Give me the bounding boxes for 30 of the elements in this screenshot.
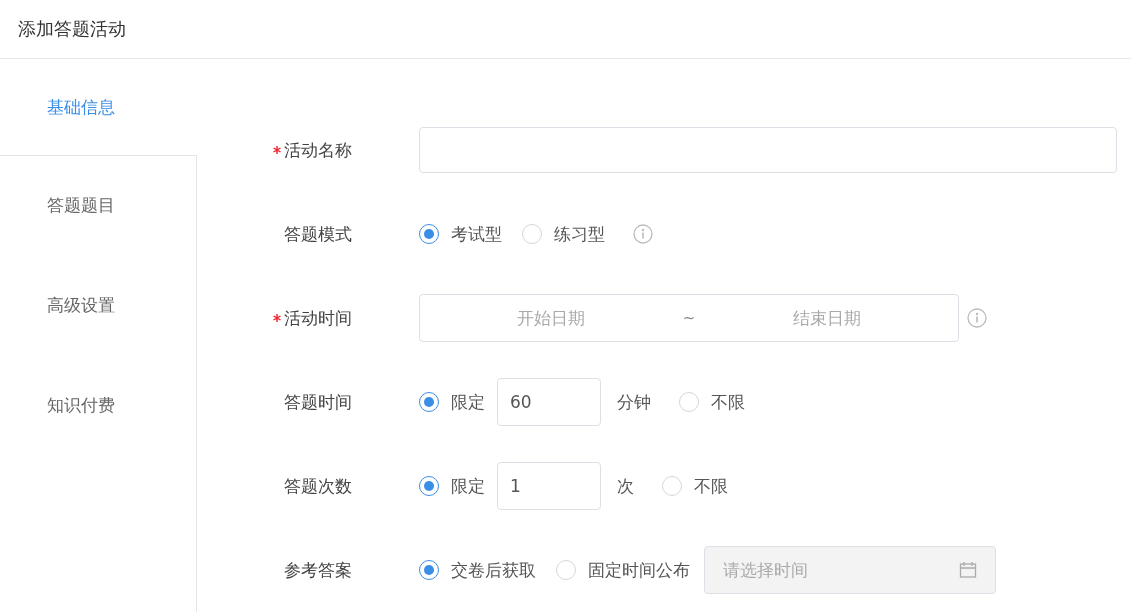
unit-label: 次: [617, 474, 634, 498]
option-label: 交卷后获取: [451, 558, 536, 582]
option-label: 不限: [694, 474, 728, 498]
sidebar-tab[interactable]: 基础信息: [0, 59, 197, 155]
field-label: 答题次数: [284, 474, 352, 498]
field-label: 活动名称: [284, 138, 352, 162]
sidebar-tab[interactable]: 知识付费: [0, 355, 197, 455]
date-range-field[interactable]: 开始日期 ~ 结束日期: [419, 294, 959, 342]
option-label: 限定: [451, 474, 485, 498]
sidebar-tab[interactable]: 高级设置: [0, 255, 197, 355]
calendar-icon: [959, 561, 977, 579]
option-label: 练习型: [554, 222, 605, 246]
option-label: 不限: [711, 390, 745, 414]
field-label: 活动时间: [284, 306, 352, 330]
name-input[interactable]: [419, 127, 1117, 173]
start-date-placeholder: 开始日期: [516, 306, 587, 330]
number-input[interactable]: 60: [497, 378, 601, 426]
page-title: 添加答题活动: [18, 17, 126, 41]
field-label: 答题时间: [284, 390, 352, 414]
number-input[interactable]: 1: [497, 462, 601, 510]
time-placeholder: 请选择时间: [723, 558, 808, 582]
option-label: 考试型: [451, 222, 502, 246]
sidebar-tab[interactable]: 答题题目: [0, 155, 197, 255]
field-label: 参考答案: [284, 558, 352, 582]
end-date-placeholder: 结束日期: [791, 306, 862, 330]
option-label: 固定时间公布: [588, 558, 690, 582]
unit-label: 分钟: [617, 390, 651, 414]
option-label: 限定: [451, 390, 485, 414]
range-separator: ~: [682, 309, 696, 327]
field-label: 答题模式: [284, 222, 352, 246]
